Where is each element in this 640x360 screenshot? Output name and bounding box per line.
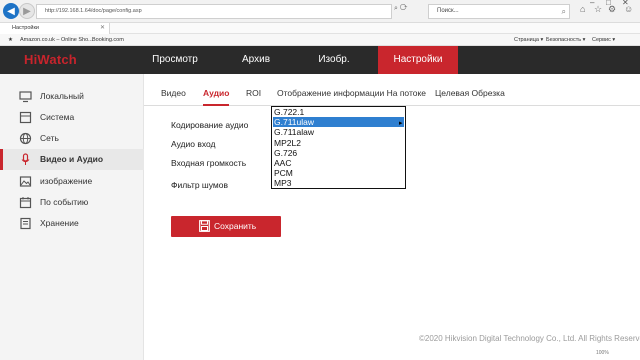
encoding-option[interactable]: MP3 (273, 178, 404, 188)
sidebar-item-video-audio[interactable]: Видео и Аудио (0, 149, 144, 170)
encoding-option[interactable]: PCM (273, 168, 404, 178)
encoding-option[interactable]: G.726 (273, 148, 404, 158)
subtabs: Видео Аудио ROI Отображение информации Н… (144, 84, 640, 106)
sidebar-item-label: Сеть (40, 133, 59, 143)
input-volume-label: Входная громкость (171, 158, 247, 168)
favorites-bar-star-icon[interactable]: ★ (8, 34, 13, 46)
audio-input-label: Аудио вход (171, 139, 216, 149)
browser-toolbar: ◀ ▶ http://192.168.1.64/doc/page/config.… (0, 0, 640, 23)
tab-settings[interactable]: Настройки (378, 46, 458, 74)
sidebar-item-label: Видео и Аудио (40, 154, 104, 164)
zoom-level[interactable]: 100% (596, 350, 609, 356)
audio-encoding-dropdown[interactable]: G.722.1 G.711ulaw G.711alaw MP2L2 G.726 … (271, 106, 406, 189)
floppy-disk-icon (199, 220, 210, 232)
page-menu[interactable]: Страница ▾ (514, 34, 543, 46)
sidebar-item-image[interactable]: изображение (0, 171, 144, 192)
sidebar-item-event[interactable]: По событию (0, 192, 144, 213)
minimize-icon[interactable]: – (590, 0, 594, 7)
refresh-icon[interactable]: ⟳ (400, 5, 408, 12)
sidebar-item-storage[interactable]: Хранение (0, 213, 144, 234)
tab-title: Настройки (12, 25, 39, 31)
security-menu[interactable]: Безопасность ▾ (546, 34, 585, 46)
monitor-icon (19, 91, 32, 103)
logo: HiWatch (24, 52, 77, 67)
subtab-roi[interactable]: ROI (246, 84, 261, 106)
tab-image[interactable]: Изобр. (306, 46, 362, 74)
tab-archive[interactable]: Архив (228, 46, 284, 74)
tab-preview[interactable]: Просмотр (143, 46, 207, 74)
save-button-label: Сохранить (214, 221, 257, 231)
sidebar-item-system[interactable]: Система (0, 107, 144, 128)
app-header: HiWatch Просмотр Архив Изобр. Настройки (0, 46, 640, 74)
sidebar-item-network[interactable]: Сеть (0, 128, 144, 149)
sidebar-item-label: изображение (40, 176, 93, 186)
forward-button[interactable]: ▶ (19, 3, 35, 19)
back-arrow-icon: ◀ (7, 5, 15, 17)
copyright-footer: ©2020 Hikvision Digital Technology Co., … (419, 334, 640, 343)
tools-menu[interactable]: Сервис ▾ (592, 34, 615, 46)
system-icon (19, 111, 32, 124)
noise-filter-label: Фильтр шумов (171, 180, 228, 190)
address-bar[interactable]: http://192.168.1.64/doc/page/config.asp (36, 4, 392, 19)
address-controls[interactable]: ⌕ ⟳ (394, 5, 407, 13)
close-tab-icon[interactable]: ✕ (100, 23, 105, 34)
globe-icon (19, 132, 32, 145)
favorite-booking[interactable]: Booking.com (92, 34, 124, 46)
sidebar: Локальный Система Сеть Видео и Аудио изо… (0, 74, 144, 360)
address-text: http://192.168.1.64/doc/page/config.asp (45, 8, 142, 14)
close-window-icon[interactable]: ✕ (622, 0, 629, 7)
audio-encoding-label: Кодирование аудио (171, 120, 249, 130)
favorites-bar: ★ Amazon.co.uk – Online Sho... Booking.c… (0, 34, 640, 46)
save-button[interactable]: Сохранить (171, 216, 281, 237)
encoding-option-highlighted[interactable]: G.711ulaw (273, 117, 404, 128)
forward-arrow-icon: ▶ (23, 5, 31, 17)
sidebar-item-local[interactable]: Локальный (0, 86, 144, 107)
sidebar-item-label: Локальный (40, 91, 84, 101)
encoding-option[interactable]: AAC (273, 158, 404, 168)
browser-tab[interactable]: Настройки ✕ (0, 23, 110, 34)
sidebar-item-label: Хранение (40, 218, 79, 228)
subtab-target-crop[interactable]: Целевая Обрезка (435, 84, 505, 106)
subtab-video[interactable]: Видео (161, 84, 186, 106)
search-icon[interactable]: ⌕ (562, 5, 566, 18)
encoding-option[interactable]: G.711alaw (273, 127, 404, 137)
mouse-cursor-icon: ▸ (399, 120, 403, 127)
subtab-audio[interactable]: Аудио (203, 84, 230, 106)
sidebar-item-label: Система (40, 112, 75, 122)
browser-tabbar: Настройки ✕ (0, 23, 640, 34)
image-icon (19, 176, 32, 187)
back-button[interactable]: ◀ (3, 3, 19, 19)
favorite-amazon[interactable]: Amazon.co.uk – Online Sho... (20, 34, 93, 46)
storage-icon (20, 217, 31, 230)
subtab-osd-stream[interactable]: Отображение информации На потоке (277, 84, 426, 106)
search-placeholder: Поиск... (437, 8, 459, 14)
search-icon[interactable]: ⌕ (394, 5, 398, 12)
encoding-option[interactable]: MP2L2 (273, 138, 404, 148)
encoding-option[interactable]: G.722.1 (273, 107, 404, 117)
favorites-star-icon[interactable]: ☆ (594, 4, 602, 15)
calendar-icon (19, 197, 32, 209)
sidebar-item-label: По событию (40, 197, 89, 207)
microphone-icon (21, 153, 30, 165)
search-box[interactable]: Поиск... ⌕ (428, 4, 570, 19)
home-icon[interactable]: ⌂ (580, 4, 585, 14)
maximize-icon[interactable]: □ (606, 0, 611, 7)
